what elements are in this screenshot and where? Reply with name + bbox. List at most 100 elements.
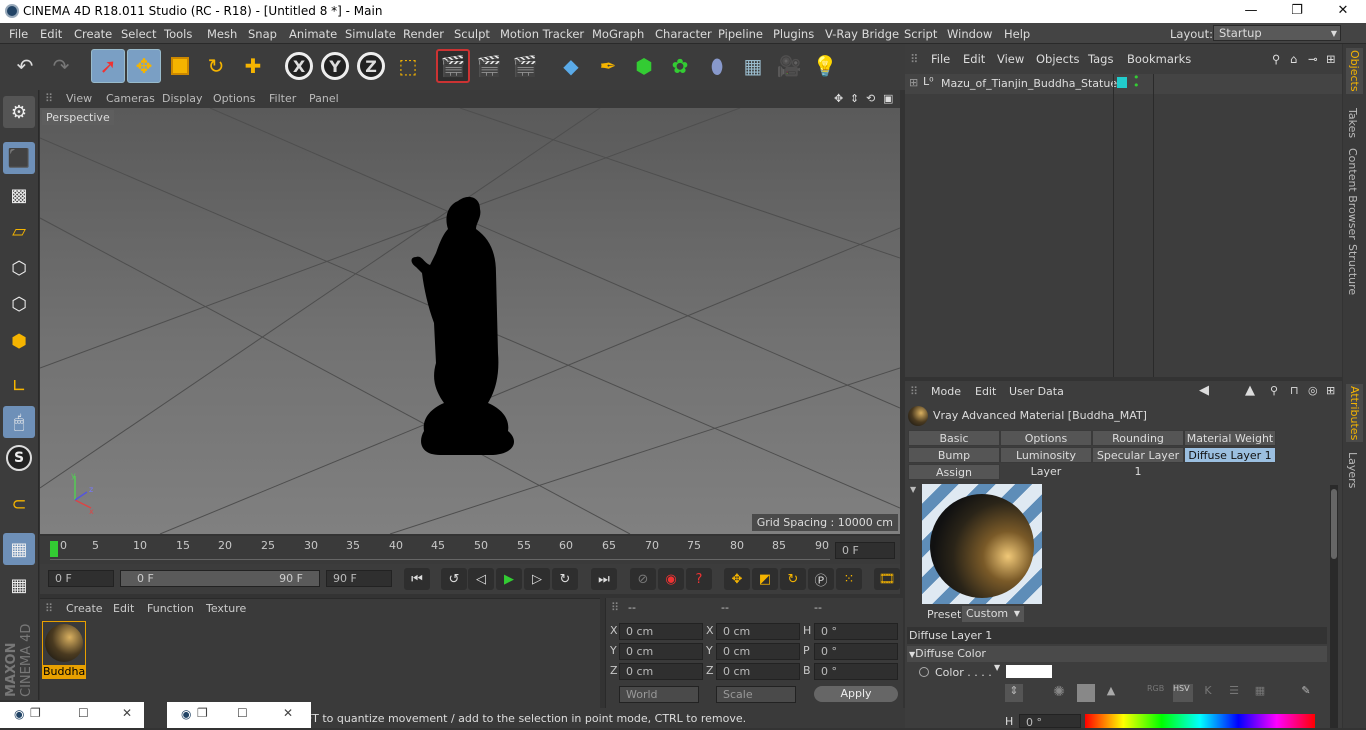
image-icon[interactable]: ▲ bbox=[1102, 684, 1120, 702]
object-name[interactable]: Mazu_of_Tianjin_Buddha_Statue bbox=[941, 77, 1117, 90]
timeline-track[interactable]: 0 5 10 15 20 25 30 35 40 45 50 55 60 65 … bbox=[50, 539, 830, 560]
edges-mode-button[interactable]: ⬡ bbox=[3, 288, 35, 320]
size-x-field[interactable]: 0 cm bbox=[716, 623, 800, 640]
tab-basic[interactable]: Basic bbox=[908, 430, 1000, 446]
previous-key-button[interactable]: ↺ bbox=[441, 568, 467, 590]
axis-mode-button[interactable]: ∟ bbox=[3, 370, 35, 402]
tab-material-weight[interactable]: Material Weight bbox=[1184, 430, 1276, 446]
keyframe-selection-button[interactable]: ? bbox=[686, 568, 712, 590]
menu-select[interactable]: Select bbox=[121, 27, 156, 41]
render-settings-button[interactable]: 🎬 bbox=[508, 49, 542, 83]
menu-tools[interactable]: Tools bbox=[164, 27, 192, 41]
tab-rounding[interactable]: Rounding bbox=[1092, 430, 1184, 446]
menu-mesh[interactable]: Mesh bbox=[207, 27, 237, 41]
layout-dropdown[interactable]: Startup ▼ bbox=[1213, 25, 1341, 41]
timeline-window-button[interactable]: 🎞 bbox=[874, 568, 900, 590]
coordinate-mode-dropdown[interactable]: World bbox=[619, 686, 699, 703]
floor-button[interactable]: ▦ bbox=[736, 49, 770, 83]
lock-icon[interactable]: ⊓ bbox=[1290, 384, 1299, 397]
menu-animate[interactable]: Animate bbox=[289, 27, 337, 41]
tab-luminosity-layer[interactable]: Luminosity Layer bbox=[1000, 447, 1092, 478]
make-editable-button[interactable]: ⚙ bbox=[3, 96, 35, 128]
current-frame-field[interactable]: 0 F bbox=[835, 542, 895, 559]
menu-help[interactable]: Help bbox=[1004, 27, 1030, 41]
minimized-window[interactable]: ◉ ❐ ☐ ✕ bbox=[167, 702, 311, 728]
timeline-ruler[interactable]: 0 5 10 15 20 25 30 35 40 45 50 55 60 65 … bbox=[40, 536, 900, 564]
new-panel-icon[interactable]: ⊞ bbox=[1326, 52, 1336, 66]
record-keys-button[interactable]: ⊘ bbox=[630, 568, 656, 590]
key-parameter-button[interactable]: Ⓟ bbox=[808, 568, 834, 590]
render-picture-viewer-button[interactable]: 🎬 bbox=[472, 49, 506, 83]
tab-options[interactable]: Options bbox=[1000, 430, 1092, 446]
chevron-down-icon[interactable]: ▼ bbox=[994, 663, 1000, 672]
rotation-h-field[interactable]: 0 ° bbox=[814, 623, 898, 640]
go-to-end-button[interactable]: ⏭ bbox=[591, 568, 617, 590]
menu-motion-tracker[interactable]: Motion Tracker bbox=[500, 27, 584, 41]
tab-specular-layer-1[interactable]: Specular Layer 1 bbox=[1092, 447, 1184, 478]
magnet-button[interactable]: ⊂ bbox=[3, 488, 35, 520]
scale-tool-button[interactable] bbox=[163, 49, 197, 83]
visibility-dots-icon[interactable]: • • bbox=[1133, 72, 1140, 91]
perspective-viewport[interactable]: y z x Perspective Grid Spacing : 10000 c… bbox=[40, 108, 900, 534]
search-icon[interactable]: ⚲ bbox=[1270, 384, 1278, 397]
redo-button[interactable]: ↷ bbox=[44, 49, 78, 83]
object-menu-file[interactable]: File bbox=[931, 52, 950, 66]
snap-button[interactable]: S bbox=[3, 442, 35, 474]
polygons-mode-button[interactable]: ⬢ bbox=[3, 325, 35, 357]
rotation-p-field[interactable]: 0 ° bbox=[814, 643, 898, 660]
model-mode-button[interactable]: ⬛ bbox=[3, 142, 35, 174]
x-axis-button[interactable]: X bbox=[282, 49, 316, 83]
menu-window[interactable]: Window bbox=[947, 27, 992, 41]
material-menu-create[interactable]: Create bbox=[66, 602, 103, 615]
next-frame-button[interactable]: ▷ bbox=[524, 568, 550, 590]
buddha-statue-model[interactable] bbox=[410, 193, 520, 458]
subdivision-button[interactable]: ⬢ bbox=[627, 49, 661, 83]
menu-snap[interactable]: Snap bbox=[248, 27, 277, 41]
live-selection-button[interactable]: ➚ bbox=[91, 49, 125, 83]
viewport-label[interactable]: Perspective bbox=[42, 110, 114, 125]
object-menu-objects[interactable]: Objects bbox=[1036, 52, 1079, 66]
menu-character[interactable]: Character bbox=[655, 27, 712, 41]
menu-file[interactable]: File bbox=[9, 27, 28, 41]
position-z-field[interactable]: 0 cm bbox=[619, 663, 703, 680]
pan-view-icon[interactable]: ✥ bbox=[834, 92, 843, 105]
tab-layers[interactable]: Layers bbox=[1346, 452, 1359, 488]
key-pla-button[interactable]: ⁙ bbox=[836, 568, 862, 590]
size-y-field[interactable]: 0 cm bbox=[716, 643, 800, 660]
rgb-mode-icon[interactable]: RGB bbox=[1147, 684, 1167, 702]
points-mode-button[interactable]: ⬡ bbox=[3, 252, 35, 284]
tab-structure[interactable]: Structure bbox=[1346, 244, 1359, 295]
restore-icon[interactable]: ❐ bbox=[30, 706, 41, 720]
scale-mode-dropdown[interactable]: Scale bbox=[716, 686, 796, 703]
light-button[interactable]: 💡 bbox=[808, 49, 842, 83]
menu-edit[interactable]: Edit bbox=[40, 27, 62, 41]
render-view-button[interactable]: 🎬 bbox=[436, 49, 470, 83]
move-tool-button[interactable]: ✥ bbox=[127, 49, 161, 83]
spectrum-icon[interactable] bbox=[1077, 684, 1095, 702]
pen-spline-button[interactable]: ✒ bbox=[591, 49, 625, 83]
color-wheel-icon[interactable]: ✺ bbox=[1050, 684, 1068, 702]
home-icon[interactable]: ⌂ bbox=[1290, 52, 1297, 66]
close-icon[interactable]: ✕ bbox=[283, 706, 293, 720]
material-menu-edit[interactable]: Edit bbox=[113, 602, 134, 615]
workplane-mode-button[interactable]: ▱ bbox=[3, 215, 35, 247]
play-button[interactable]: ▶ bbox=[496, 568, 522, 590]
animate-param-icon[interactable] bbox=[919, 667, 929, 677]
attr-menu-user-data[interactable]: User Data bbox=[1009, 385, 1064, 398]
up-arrow-icon[interactable]: ▲ bbox=[1245, 383, 1255, 398]
back-arrow-icon[interactable]: ◀ bbox=[1199, 383, 1209, 398]
search-icon[interactable]: ⚲ bbox=[1272, 52, 1280, 66]
menu-create[interactable]: Create bbox=[74, 27, 112, 41]
swatches-icon[interactable]: ▦ bbox=[1251, 684, 1269, 702]
next-key-button[interactable]: ↻ bbox=[552, 568, 578, 590]
viewport-menu-options[interactable]: Options bbox=[213, 92, 255, 105]
viewport-menu-panel[interactable]: Panel bbox=[309, 92, 339, 105]
scrollbar-thumb[interactable] bbox=[1331, 489, 1337, 559]
maximize-view-icon[interactable]: ▣ bbox=[883, 92, 893, 105]
viewport-menu-view[interactable]: View bbox=[66, 92, 92, 105]
key-rotation-button[interactable]: ↻ bbox=[780, 568, 806, 590]
material-preview[interactable] bbox=[922, 484, 1042, 604]
playhead-marker[interactable] bbox=[50, 541, 58, 557]
frame-range-slider[interactable]: 0 F 90 F bbox=[120, 570, 320, 587]
minimized-window[interactable]: ◉ ❐ ☐ ✕ bbox=[0, 702, 144, 728]
